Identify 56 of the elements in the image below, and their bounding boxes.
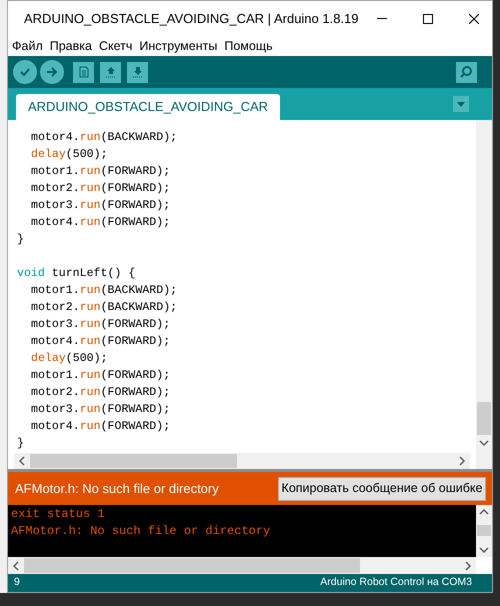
scroll-thumb[interactable] [24, 558, 360, 573]
horizontal-scrollbar[interactable] [14, 453, 470, 469]
scroll-thumb[interactable] [477, 402, 491, 435]
board-info: Arduino Robot Control на COM3 [320, 575, 472, 590]
caret-icon [457, 102, 465, 106]
code-line: motor4.run(BACKWARD); [31, 131, 178, 144]
code-line: } [17, 437, 24, 450]
menu-item[interactable]: Правка [50, 36, 92, 56]
code-line: } [17, 233, 24, 246]
new-button[interactable] [73, 62, 94, 82]
code-line: motor4.run(FORWARD); [31, 216, 170, 229]
code-line: motor1.run(BACKWARD); [31, 284, 178, 297]
code-line: delay(500); [31, 352, 108, 365]
error-message: AFMotor.h: No such file or directory [15, 480, 219, 498]
code-line: motor3.run(FORWARD); [31, 199, 170, 212]
code-line: void turnLeft() { [17, 267, 136, 280]
verify-button[interactable] [13, 60, 37, 84]
save-button[interactable] [127, 62, 148, 82]
code-line: motor3.run(FORWARD); [31, 403, 170, 416]
console-line: AFMotor.h: No such file or directory [11, 524, 270, 538]
right-arrow-icon [46, 66, 58, 78]
magnifier-icon [460, 65, 474, 79]
close-icon [468, 14, 479, 24]
code-line: motor4.run(FORWARD); [31, 335, 170, 348]
code-line: delay(500); [31, 148, 108, 161]
document-icon [78, 66, 88, 78]
line-number: 9 [14, 575, 20, 590]
maximize-icon [422, 14, 433, 24]
down-arrow-icon [132, 66, 144, 78]
minimize-icon [376, 18, 387, 19]
code-line: motor3.run(FORWARD); [31, 318, 170, 331]
menu-item[interactable]: Скетч [98, 36, 132, 56]
serial-monitor-button[interactable] [456, 62, 477, 82]
code-line: motor1.run(FORWARD); [31, 165, 170, 178]
menu-item[interactable]: Помощь [224, 36, 273, 56]
console-horizontal-scrollbar[interactable] [8, 557, 476, 574]
sketch-tab[interactable]: ARDUINO_OBSTACLE_AVOIDING_CAR [16, 94, 280, 120]
copy-error-button[interactable]: Копировать сообщение об ошибке [278, 476, 486, 500]
code-line: motor4.run(FORWARD); [31, 420, 170, 433]
upload-button[interactable] [40, 60, 64, 84]
window-title: ARDUINO_OBSTACLE_AVOIDING_CAR | Arduino 1.8.19 [24, 10, 359, 28]
code-line: motor1.run(FORWARD); [31, 369, 170, 382]
console-vertical-scrollbar[interactable] [476, 505, 492, 557]
code-line: motor2.run(BACKWARD); [31, 301, 178, 314]
console-line: exit status 1 [11, 507, 105, 521]
checkmark-icon [19, 66, 31, 78]
up-arrow-icon [104, 66, 116, 78]
code-line: motor2.run(FORWARD); [31, 182, 170, 195]
vertical-scrollbar[interactable] [476, 120, 492, 469]
menu-item[interactable]: Инструменты [139, 36, 218, 56]
tab-menu-button[interactable] [453, 96, 469, 112]
scroll-thumb[interactable] [477, 525, 491, 536]
open-button[interactable] [100, 62, 121, 82]
scroll-thumb[interactable] [30, 454, 237, 468]
menu-item[interactable]: Файл [12, 36, 43, 56]
code-line: motor2.run(FORWARD); [31, 386, 170, 399]
